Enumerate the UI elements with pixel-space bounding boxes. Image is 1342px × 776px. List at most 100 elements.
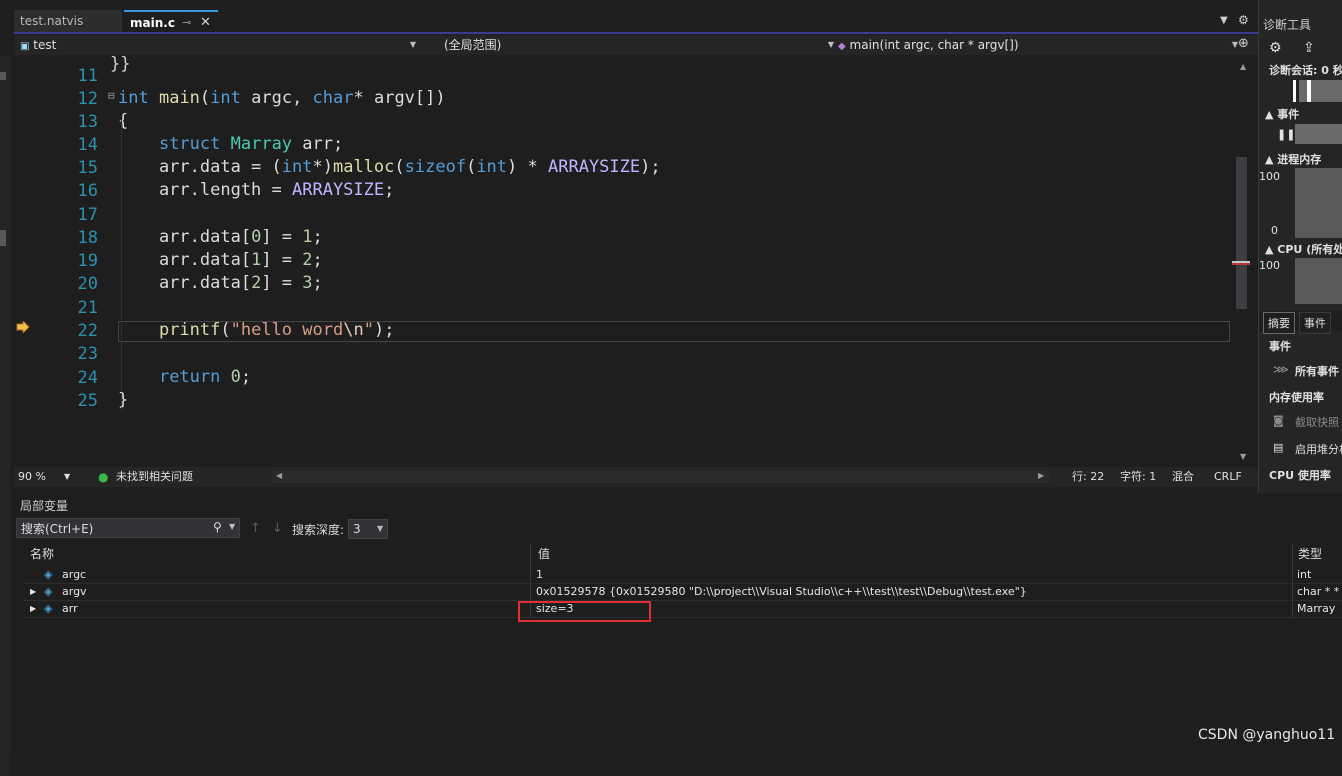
- editor-horizontal-scrollbar[interactable]: ◀ ▶: [272, 471, 1050, 483]
- chevron-down-icon[interactable]: ▼: [229, 522, 235, 531]
- chevron-down-icon: ▼: [377, 524, 384, 533]
- table-row[interactable]: ▶ ◈ argv 0x01529578 {0x01529580 "D:\\pro…: [24, 583, 1342, 601]
- timeline-marker: [1307, 80, 1311, 102]
- variable-icon: ◈: [44, 602, 53, 615]
- code-line-18: arr.data[0] = 1;: [118, 227, 323, 247]
- settings-icon[interactable]: ⚙: [1269, 40, 1282, 56]
- scroll-up-icon[interactable]: ▲: [1240, 62, 1246, 71]
- watermark: CSDN @yanghuo11: [1198, 727, 1336, 743]
- execution-pointer-icon[interactable]: [16, 321, 30, 333]
- cpu-usage-heading: CPU 使用率: [1269, 469, 1331, 482]
- tab-label: main.c: [130, 16, 175, 30]
- collapse-icon[interactable]: ⊟: [108, 89, 115, 102]
- line-number: 24: [77, 368, 98, 388]
- arrow-up-icon[interactable]: ↑: [250, 521, 261, 536]
- column-value[interactable]: 值: [538, 545, 550, 562]
- function-dropdown[interactable]: ◆ main(int argc, char * argv[]) ▼: [834, 35, 1242, 55]
- annotation-highlight-box: [518, 601, 651, 622]
- chevron-down-icon: ▼: [409, 40, 416, 49]
- search-depth-select[interactable]: 3 ▼: [348, 519, 388, 539]
- project-name: test: [33, 38, 57, 52]
- line-indicator: 行: 22: [1072, 470, 1105, 483]
- search-icon[interactable]: ⚲: [213, 520, 222, 534]
- code-line-15: arr.data = (int*)malloc(sizeof(int) * AR…: [118, 157, 661, 177]
- tab-label: test.natvis: [20, 14, 84, 28]
- project-dropdown[interactable]: ▣ test ▼: [16, 35, 420, 55]
- code-line-12: int main(int argc, char* argv[]): [118, 88, 446, 108]
- eol-indicator[interactable]: CRLF: [1214, 467, 1242, 487]
- tab-summary[interactable]: 摘要: [1263, 312, 1295, 334]
- scrollbar-thumb[interactable]: [1236, 157, 1247, 309]
- zoom-level[interactable]: 90 %: [18, 467, 46, 487]
- timeline-ruler[interactable]: [1299, 80, 1342, 102]
- timeline-marker: [1293, 80, 1296, 102]
- code-line-13: {: [118, 111, 129, 131]
- close-icon[interactable]: ✕: [200, 12, 211, 34]
- export-icon[interactable]: ⇪: [1303, 40, 1315, 56]
- split-icon[interactable]: ⊕: [1238, 36, 1249, 51]
- code-line-24: return 0;: [158, 367, 252, 387]
- variable-name: arr: [62, 602, 78, 615]
- scope-dropdown[interactable]: (全局范围) ▼: [428, 35, 838, 55]
- table-row[interactable]: ◈ argc 1 int: [24, 566, 1342, 584]
- variable-type: int: [1297, 568, 1312, 581]
- line-number: 15: [77, 158, 98, 178]
- gear-icon[interactable]: ⚙: [1238, 13, 1249, 27]
- line-number: 12: [77, 89, 98, 109]
- variable-type: Marray: [1297, 602, 1336, 615]
- left-toolbox-strip: [0, 56, 10, 776]
- column-name[interactable]: 名称: [30, 545, 54, 562]
- search-placeholder: 搜索(Ctrl+E): [21, 522, 94, 536]
- function-name: main(int argc, char * argv[]): [849, 38, 1019, 52]
- issues-status[interactable]: 未找到相关问题: [116, 467, 193, 487]
- process-memory-label: 进程内存: [1277, 153, 1322, 166]
- code-line-25: }: [118, 390, 129, 410]
- memory-usage-heading: 内存使用率: [1269, 391, 1324, 404]
- column-type[interactable]: 类型: [1298, 545, 1322, 562]
- memory-axis-min: 0: [1271, 224, 1278, 237]
- cpu-label: CPU (所有处理器): [1277, 243, 1342, 256]
- tab-list-dropdown-icon[interactable]: ▼: [1220, 15, 1228, 26]
- line-number: 14: [77, 135, 98, 155]
- mixed-indicator[interactable]: 混合: [1172, 467, 1194, 487]
- memory-graph: [1295, 168, 1342, 238]
- variable-value[interactable]: 0x01529578 {0x01529580 "D:\\project\\Vis…: [536, 585, 1027, 598]
- line-number: 19: [77, 251, 98, 271]
- cpu-section: ▲ CPU (所有处理器): [1265, 241, 1342, 257]
- code-line-19: arr.data[1] = 2;: [118, 250, 323, 270]
- all-events-link[interactable]: 所有事件: [1295, 363, 1339, 379]
- heap-icon: ▤: [1273, 441, 1284, 454]
- events-label: 事件: [1277, 108, 1300, 121]
- tab-main-c[interactable]: main.c ⊸ ✕: [124, 10, 218, 32]
- line-number: 13: [77, 112, 98, 132]
- line-number: 21: [77, 298, 98, 318]
- arrow-down-icon[interactable]: ↓: [272, 521, 283, 536]
- line-number: 16: [77, 181, 98, 201]
- expand-icon[interactable]: ▶: [30, 587, 36, 596]
- take-snapshot-button[interactable]: 截取快照: [1295, 414, 1339, 430]
- project-icon: ▣: [20, 41, 30, 52]
- scroll-right-icon[interactable]: ▶: [1038, 471, 1044, 480]
- chevron-down-icon[interactable]: ▼: [64, 467, 70, 487]
- diagnostics-title: 诊断工具: [1263, 18, 1312, 32]
- enable-heap-button[interactable]: 启用堆分析: [1295, 441, 1342, 457]
- function-icon: ◆: [838, 41, 846, 52]
- tab-events[interactable]: 事件: [1299, 312, 1331, 334]
- table-row[interactable]: ▶ ◈ arr size=3 Marray: [24, 600, 1342, 618]
- scroll-left-icon[interactable]: ◀: [276, 471, 282, 480]
- scroll-breakpoint-marker: [1232, 263, 1250, 265]
- tab-test-natvis[interactable]: test.natvis: [14, 10, 122, 32]
- scope-name: (全局范围): [444, 38, 502, 52]
- variable-value[interactable]: 1: [536, 568, 543, 581]
- variable-name: argv: [62, 585, 87, 598]
- char-indicator: 字符: 1: [1120, 470, 1157, 483]
- line-number: 20: [77, 274, 98, 294]
- code-editor[interactable]: 11 12 13 14 15 16 17 18 19 20 21 22 23 2…: [14, 54, 1230, 466]
- search-depth-label: 搜索深度:: [292, 523, 345, 537]
- expand-icon[interactable]: ▶: [30, 604, 36, 613]
- pause-icon[interactable]: ❚❚: [1277, 128, 1295, 141]
- code-line-10: }}: [110, 54, 131, 74]
- scroll-down-icon[interactable]: ▼: [1240, 452, 1246, 461]
- pin-icon[interactable]: ⊸: [182, 12, 191, 34]
- code-line-20: arr.data[2] = 3;: [118, 273, 323, 293]
